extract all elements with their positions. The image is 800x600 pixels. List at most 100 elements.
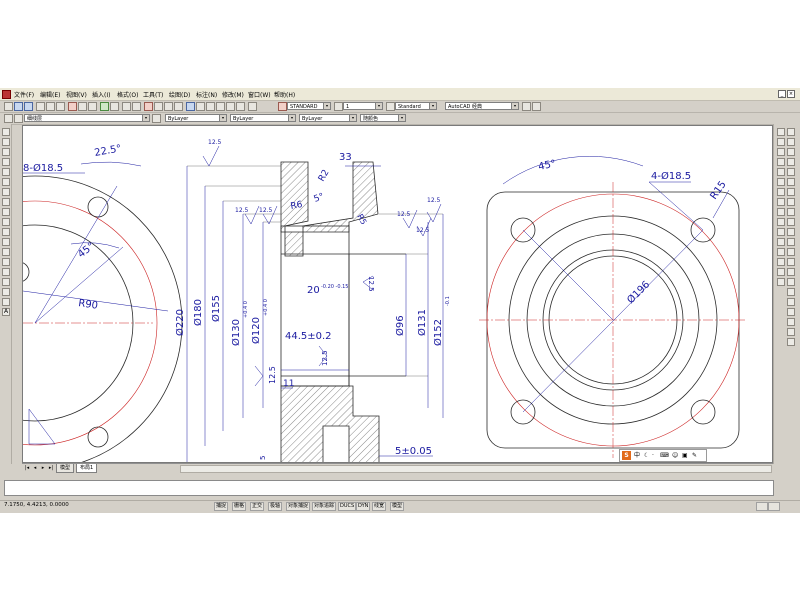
ime-logo-icon[interactable]: S (622, 451, 631, 460)
app-icon[interactable] (2, 90, 11, 99)
chevron-down-icon[interactable]: ▾ (219, 115, 226, 121)
menu-window[interactable]: 窗口(W) (248, 90, 271, 99)
otrack-toggle[interactable]: 对象追踪 (312, 502, 337, 511)
copy-icon[interactable] (78, 102, 87, 111)
menu-draw[interactable]: 绘图(D) (169, 90, 190, 99)
zoom-realtime-icon[interactable] (154, 102, 163, 111)
table-icon[interactable] (2, 298, 10, 306)
design-center-icon[interactable] (196, 102, 205, 111)
ducs-toggle[interactable]: DUCS (338, 502, 357, 511)
rectangle-icon[interactable] (2, 168, 10, 176)
dim-radius-icon[interactable] (787, 298, 795, 306)
menu-edit[interactable]: 编辑(E) (40, 90, 60, 99)
move-icon[interactable] (777, 178, 785, 186)
polygon-icon[interactable] (2, 158, 10, 166)
snap-tangent-icon[interactable] (787, 198, 795, 206)
model-toggle[interactable]: 模型 (390, 502, 405, 511)
menu-file[interactable]: 文件(F) (14, 90, 34, 99)
menu-view[interactable]: 视图(V) (66, 90, 87, 99)
lineweight-toggle[interactable]: 线宽 (372, 502, 387, 511)
dim-aligned-icon[interactable] (787, 288, 795, 296)
tab-model[interactable]: 模型 (56, 464, 75, 473)
menu-modify[interactable]: 修改(M) (222, 90, 244, 99)
dim-angular-icon[interactable] (787, 318, 795, 326)
chevron-down-icon[interactable]: ▾ (349, 115, 356, 121)
tool-palette-icon[interactable] (206, 102, 215, 111)
workspace-select[interactable]: AutoCAD 经典 ▾ (445, 102, 519, 110)
join-icon[interactable] (777, 248, 785, 256)
preview-icon[interactable] (46, 102, 55, 111)
block-editor-icon[interactable] (110, 102, 119, 111)
lineweight-select[interactable]: ByLayer ▾ (299, 114, 357, 122)
snap-nearest-icon[interactable] (787, 248, 795, 256)
tray-settings-icon[interactable] (768, 502, 780, 511)
snap-insert-icon[interactable] (787, 228, 795, 236)
layer-select[interactable]: 细线层 ▾ (24, 114, 150, 122)
dim-style-select[interactable]: 1 ▾ (343, 102, 383, 110)
menu-insert[interactable]: 插入(I) (92, 90, 110, 99)
insert-block-icon[interactable] (2, 238, 10, 246)
snap-intersection-icon[interactable] (787, 148, 795, 156)
redo-icon[interactable] (132, 102, 141, 111)
explode-icon[interactable] (777, 278, 785, 286)
rotate-icon[interactable] (777, 188, 785, 196)
ime-user-icon[interactable]: ☺ (672, 452, 678, 459)
leader-icon[interactable] (787, 338, 795, 346)
layer-manager-icon[interactable] (4, 114, 13, 123)
zoom-window-icon[interactable] (164, 102, 173, 111)
polar-toggle[interactable]: 极轴 (268, 502, 283, 511)
trim-icon[interactable] (777, 218, 785, 226)
region-icon[interactable] (2, 288, 10, 296)
dim-linear-icon[interactable] (787, 278, 795, 286)
markup-icon[interactable] (226, 102, 235, 111)
point-icon[interactable] (2, 258, 10, 266)
match-prop-icon[interactable] (100, 102, 109, 111)
fillet-icon[interactable] (777, 268, 785, 276)
construction-line-icon[interactable] (2, 138, 10, 146)
grid-toggle[interactable]: 栅格 (232, 502, 247, 511)
plot-style-select[interactable]: 随颜色 ▾ (360, 114, 406, 122)
chevron-down-icon[interactable]: ▾ (142, 115, 149, 121)
extend-icon[interactable] (777, 228, 785, 236)
dyn-toggle[interactable]: DYN (356, 502, 371, 511)
circle-icon[interactable] (2, 188, 10, 196)
sheet-set-icon[interactable] (216, 102, 225, 111)
hatch-icon[interactable] (2, 268, 10, 276)
ime-punct-icon[interactable]: · (652, 452, 654, 459)
workspace-settings-icon[interactable] (522, 102, 531, 111)
snap-toggle[interactable]: 捕捉 (214, 502, 229, 511)
snap-parallel-icon[interactable] (787, 218, 795, 226)
first-tab-icon[interactable]: |◂ (24, 465, 30, 471)
minimize-icon[interactable]: _ (778, 90, 786, 98)
revcloud-icon[interactable] (2, 198, 10, 206)
layer-state-icon[interactable] (14, 114, 23, 123)
new-file-icon[interactable] (4, 102, 13, 111)
tray-icon[interactable] (756, 502, 768, 511)
array-icon[interactable] (777, 168, 785, 176)
prev-tab-icon[interactable]: ◂ (32, 465, 38, 471)
chevron-down-icon[interactable]: ▾ (398, 115, 405, 121)
stretch-icon[interactable] (777, 208, 785, 216)
print-icon[interactable] (36, 102, 45, 111)
ime-keyboard-icon[interactable]: ⌨ (660, 452, 669, 459)
ime-shirt-icon[interactable]: ▣ (682, 452, 688, 459)
mirror-icon[interactable] (777, 148, 785, 156)
copy-object-icon[interactable] (777, 138, 785, 146)
close-icon[interactable]: × (787, 90, 795, 98)
snap-center-icon[interactable] (787, 178, 795, 186)
command-line[interactable] (4, 480, 774, 496)
spline-icon[interactable] (2, 208, 10, 216)
mtext-icon[interactable]: A (2, 308, 10, 316)
make-current-icon[interactable] (152, 114, 161, 123)
scale-icon[interactable] (777, 198, 785, 206)
snap-quadrant-icon[interactable] (787, 188, 795, 196)
qdim-icon[interactable] (787, 328, 795, 336)
chamfer-icon[interactable] (777, 258, 785, 266)
chevron-down-icon[interactable]: ▾ (375, 103, 382, 109)
snap-perpendicular-icon[interactable] (787, 208, 795, 216)
line-icon[interactable] (2, 128, 10, 136)
chevron-down-icon[interactable]: ▾ (323, 103, 330, 109)
ellipse-arc-icon[interactable] (2, 228, 10, 236)
osnap-settings-icon[interactable] (787, 268, 795, 276)
arc-icon[interactable] (2, 178, 10, 186)
